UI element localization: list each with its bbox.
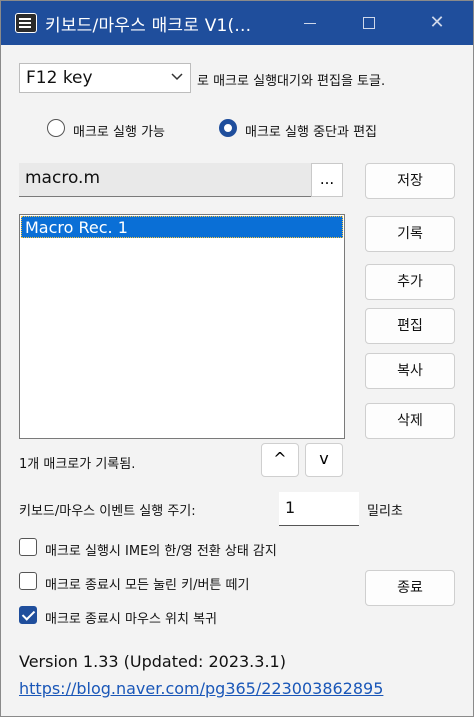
macro-list[interactable]: Macro Rec. 1	[19, 214, 345, 439]
move-down-button[interactable]: v	[305, 443, 343, 477]
interval-label: 키보드/마우스 이벤트 실행 주기:	[19, 504, 196, 519]
window-title: 키보드/마우스 매크로 V1(...	[45, 16, 252, 36]
copy-button[interactable]: 복사	[365, 353, 455, 389]
radio-circle-selected[interactable]	[219, 119, 237, 137]
close-button[interactable]: ✕	[425, 11, 449, 35]
minimize-button[interactable]	[299, 11, 323, 35]
list-item[interactable]: Macro Rec. 1	[21, 216, 343, 238]
checkbox-box[interactable]	[19, 538, 37, 556]
checkbox-restore-label: 매크로 종료시 마우스 위치 복귀	[45, 612, 218, 627]
record-button[interactable]: 기록	[365, 216, 455, 252]
keyboard-icon	[15, 13, 37, 33]
app-window: 키보드/마우스 매크로 V1(... ✕ F12 key 로 매크로 실행대기와…	[0, 0, 474, 717]
hotkey-value: F12 key	[26, 68, 93, 88]
file-name-field[interactable]: macro.m	[19, 163, 311, 197]
edit-button[interactable]: 편집	[365, 308, 455, 344]
blog-link[interactable]: https://blog.naver.com/pg365/22300386289…	[19, 679, 383, 698]
interval-field[interactable]: 1	[279, 492, 359, 526]
checkbox-box-checked[interactable]	[19, 606, 37, 624]
hotkey-hint: 로 매크로 실행대기와 편집을 토글.	[197, 74, 386, 89]
version-text: Version 1.33 (Updated: 2023.3.1)	[19, 652, 286, 671]
radio-run-label: 매크로 실행 가능	[73, 125, 165, 140]
maximize-button[interactable]	[357, 11, 381, 35]
checkbox-ime-label: 매크로 실행시 IME의 한/영 전환 상태 감지	[45, 544, 277, 559]
hotkey-select[interactable]: F12 key	[19, 63, 191, 93]
radio-edit-label: 매크로 실행 중단과 편집	[245, 125, 377, 140]
checkbox-release-label: 매크로 종료시 모든 눌린 키/버튼 떼기	[45, 578, 250, 593]
browse-button[interactable]: ...	[311, 163, 343, 197]
exit-button[interactable]: 종료	[365, 570, 455, 606]
title-bar[interactable]: 키보드/마우스 매크로 V1(... ✕	[1, 1, 473, 45]
interval-value: 1	[285, 498, 296, 517]
radio-circle[interactable]	[47, 119, 65, 137]
interval-unit: 밀리초	[367, 504, 403, 519]
chevron-down-icon	[171, 73, 183, 81]
macro-count-status: 1개 매크로가 기록됨.	[19, 457, 136, 472]
add-button[interactable]: 추가	[365, 264, 455, 300]
save-button[interactable]: 저장	[365, 163, 455, 199]
checkbox-box[interactable]	[19, 572, 37, 590]
file-name-value: macro.m	[25, 168, 101, 188]
move-up-button[interactable]: ^	[261, 443, 299, 477]
delete-button[interactable]: 삭제	[365, 403, 455, 439]
